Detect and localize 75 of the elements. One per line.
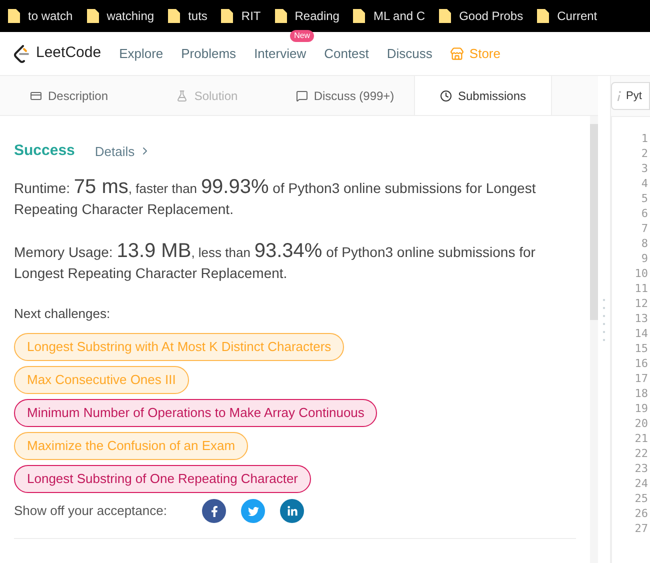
- bookmark[interactable]: RIT: [221, 7, 261, 25]
- bookmark[interactable]: Current: [537, 7, 598, 25]
- scrollbar-thumb[interactable]: [590, 124, 598, 320]
- comment-icon: [296, 90, 308, 102]
- line-number: 13: [634, 311, 648, 326]
- line-number: 11: [634, 281, 648, 296]
- line-number: 26: [634, 506, 648, 521]
- code-editor[interactable]: 1 2 3 4 5 6 7 8 9 10 11 12 13 14 15 16 17 18 19 20 21 22 23 24 25 26 27: [611, 116, 650, 563]
- nav-link[interactable]: Problems: [181, 46, 236, 60]
- folder-icon: [86, 9, 99, 23]
- share-label: Show off your acceptance:: [14, 502, 168, 520]
- info-icon: [617, 91, 621, 101]
- line-number: 3: [641, 161, 648, 176]
- folder-icon: [221, 9, 234, 23]
- line-number: 21: [634, 431, 648, 446]
- challenge-tag[interactable]: Longest Substring of One Repeating Character: [14, 465, 312, 493]
- next-challenges-label: Next challenges:: [14, 304, 112, 323]
- line-number: 17: [634, 371, 648, 386]
- folder-icon: [537, 9, 550, 23]
- line-number: 1: [641, 131, 648, 146]
- bookmark[interactable]: Reading: [274, 7, 340, 25]
- language-text: Pyt: [626, 88, 642, 104]
- line-number: 24: [634, 476, 648, 491]
- line-number: 5: [641, 191, 648, 206]
- card-icon: [30, 90, 42, 102]
- line-number: 8: [641, 236, 648, 251]
- logo-icon: [14, 44, 30, 62]
- line-number: 10: [634, 266, 648, 281]
- drag-handle-icon[interactable]: [603, 298, 605, 340]
- line-number: 20: [634, 416, 648, 431]
- tab[interactable]: Description: [0, 76, 138, 115]
- line-number: 27: [634, 521, 648, 536]
- tab[interactable]: Submissions: [414, 76, 552, 115]
- stat-text: Runtime: 75 ms, faster than 99.93% of Python3 online submissions for Longest Repeating Character Replacement.: [14, 176, 537, 219]
- bookmark[interactable]: to watch: [8, 7, 73, 25]
- line-number: 2: [641, 146, 648, 161]
- bookmark[interactable]: tuts: [168, 7, 208, 25]
- tab[interactable]: Discuss (999+): [276, 76, 414, 115]
- nav-link[interactable]: Contest: [324, 46, 369, 60]
- line-number: 15: [634, 341, 648, 356]
- folder-icon: [274, 9, 287, 23]
- folder-icon: [353, 9, 366, 23]
- bookmark[interactable]: Good Probs: [439, 7, 524, 25]
- folder-icon: [8, 9, 20, 23]
- line-number: 16: [634, 356, 648, 371]
- clock-icon: [440, 90, 452, 102]
- store-icon: [450, 46, 464, 60]
- line-number: 22: [634, 446, 648, 461]
- stat-text: Memory Usage: 13.9 MB, less than 93.34% of Python3 online submissions for Longest Repeating Character Replacement.: [14, 240, 536, 283]
- folder-icon: [168, 9, 180, 23]
- line-number: 19: [634, 401, 648, 416]
- nav-link[interactable]: Discuss: [386, 46, 432, 60]
- bookmark[interactable]: ML and C: [353, 7, 426, 25]
- folder-icon: [439, 9, 452, 23]
- flask-icon: [176, 90, 188, 102]
- line-number: 7: [641, 221, 648, 236]
- linkedin-icon[interactable]: [280, 499, 304, 523]
- line-number: 25: [634, 491, 648, 506]
- line-number: 6: [641, 206, 648, 221]
- details-link[interactable]: Details: [94, 142, 151, 161]
- line-number: 12: [634, 296, 648, 311]
- logo[interactable]: LeetCode: [14, 42, 102, 65]
- bookmark[interactable]: watching: [86, 7, 154, 25]
- nav-link[interactable]: Explore: [119, 46, 164, 60]
- line-number: 4: [641, 176, 648, 191]
- line-number: 23: [634, 461, 648, 476]
- line-number: 9: [641, 251, 648, 266]
- status-text: Success: [14, 141, 75, 161]
- twitter-icon[interactable]: [241, 499, 265, 523]
- nav-link[interactable]: Interview: [254, 46, 306, 60]
- line-number: 14: [634, 326, 648, 341]
- language-select[interactable]: Pyt: [611, 82, 650, 110]
- challenge-tag[interactable]: Minimum Number of Operations to Make Array Continuous: [14, 399, 378, 427]
- line-number: 18: [634, 386, 648, 401]
- facebook-icon[interactable]: [202, 499, 226, 523]
